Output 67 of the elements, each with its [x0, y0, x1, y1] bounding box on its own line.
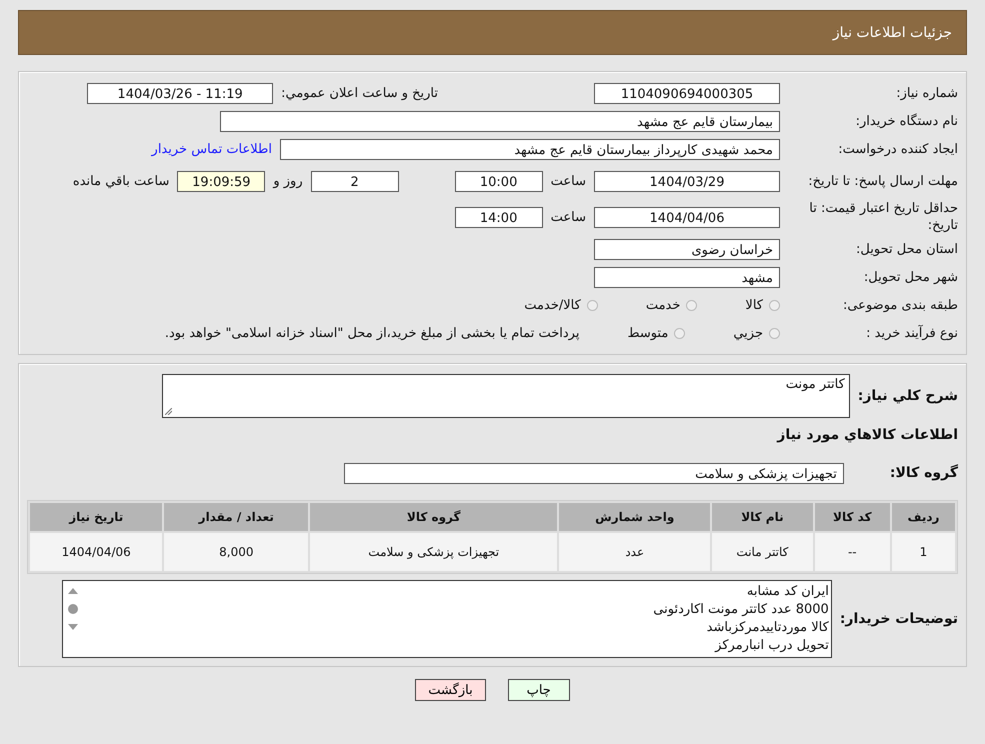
field-label: طبقه بندی موضوعی: — [842, 296, 958, 314]
back-button[interactable]: بازگشت — [415, 679, 486, 701]
radio-label: کالا/خدمت — [524, 298, 581, 312]
table-cell: 1404/04/06 — [30, 533, 162, 571]
radio-button[interactable] — [769, 300, 780, 310]
radio-button[interactable] — [674, 328, 686, 338]
column-header: تاریخ نیاز — [30, 503, 162, 531]
field-label: روز و — [273, 174, 303, 188]
text-field[interactable]: محمد شهیدی کارپرداز بیمارستان قایم عج مشهد — [280, 138, 780, 160]
field-label: ساعت — [550, 210, 586, 224]
print-button[interactable]: چاپ — [508, 679, 570, 701]
table-cell: -- — [814, 533, 890, 571]
radio-label: خدمت — [646, 298, 680, 312]
radio-label: کالا — [745, 298, 763, 312]
text-field[interactable]: 1404/03/26 - 11:19 — [87, 82, 274, 104]
text-field[interactable]: 14:00 — [454, 206, 543, 228]
text-field[interactable]: تجهیزات پزشکی و سلامت — [344, 462, 844, 484]
text-field[interactable]: خراسان رضوی — [594, 238, 780, 260]
text-field[interactable]: 2 — [310, 170, 399, 192]
radio-button[interactable] — [586, 300, 598, 310]
text-field[interactable]: 1104090694000305 — [594, 82, 780, 104]
field-label: ایجاد کننده درخواست: — [837, 140, 958, 158]
table-cell: 8,000 — [164, 533, 308, 571]
field-label: توضیحات خریدار: — [840, 611, 958, 627]
field-label: تاریخ و ساعت اعلان عمومي: — [281, 86, 438, 100]
text-field[interactable]: 1404/04/06 — [594, 206, 780, 228]
table-cell: کاتتر مانت — [712, 533, 813, 571]
text-field[interactable]: 10:00 — [454, 170, 543, 192]
field-label: شهر محل تحویل: — [862, 268, 958, 286]
table-cell: تجهیزات پزشکی و سلامت — [310, 533, 558, 571]
payment-note: پرداخت تمام یا بخشی از مبلغ خرید،از محل "اسناد خزانه اسلامی" خواهد بود. — [164, 326, 580, 340]
table-cell: عدد — [559, 533, 710, 571]
notes-line: ایران کد مشابه — [746, 583, 829, 601]
radio-label: جزيي — [733, 326, 763, 340]
notes-line: 8000 عدد کاتتر مونت اکاردئونی — [652, 601, 829, 619]
resize-grip-icon[interactable] — [164, 408, 172, 415]
text-field[interactable]: مشهد — [594, 266, 780, 288]
table-cell: 1 — [892, 533, 955, 571]
summary-field[interactable]: کاتتر مونت — [162, 374, 850, 418]
radio-label: متوسط — [627, 326, 668, 340]
field-label: اطلاعات كالاهاي مورد نياز — [777, 427, 958, 443]
notes-line: کالا موردتاییدمرکزباشد — [706, 619, 829, 637]
column-header: کد کالا — [814, 503, 890, 531]
field-label: ساعت — [550, 174, 586, 188]
field-label: نام دستگاه خریدار: — [854, 112, 958, 130]
column-header: گروه کالا — [310, 503, 558, 531]
notes-line: تحویل درب انبارمرکز — [714, 637, 829, 655]
text-field[interactable]: 19:09:59 — [177, 170, 266, 192]
page-header: جزئیات اطلاعات نیاز — [18, 10, 967, 55]
radio-button[interactable] — [769, 328, 780, 338]
contact-link[interactable]: اطلاعات تماس خریدار — [152, 142, 272, 156]
field-label: شرح كلي نياز: — [858, 388, 958, 404]
column-header: نام کالا — [712, 503, 813, 531]
field-label: ساعت باقي مانده — [72, 174, 170, 188]
field-label: نوع فرآیند خرید : — [865, 324, 958, 342]
column-header: تعداد / مقدار — [164, 503, 308, 531]
text-field[interactable]: 1404/03/29 — [594, 170, 780, 192]
column-header: ردیف — [892, 503, 955, 531]
field-label: مهلت ارسال پاسخ: تا تاریخ: — [807, 172, 958, 190]
field-label: شماره نیاز: — [895, 84, 958, 102]
notes-field[interactable]: ایران کد مشابه 8000 عدد کاتتر مونت اکاردئونی کالا موردتاییدمرکزباشد تحویل درب انبارمرکز — [62, 580, 832, 658]
column-header: واحد شمارش — [559, 503, 710, 531]
field-label: گروه کالا: — [890, 465, 958, 481]
text-field[interactable]: بیمارستان قایم عج مشهد — [220, 110, 780, 132]
field-label: حداقل تاریخ اعتبار قیمت: تا تاریخ: — [808, 200, 958, 234]
radio-button[interactable] — [686, 300, 698, 310]
field-label: استان محل تحویل: — [855, 240, 958, 258]
